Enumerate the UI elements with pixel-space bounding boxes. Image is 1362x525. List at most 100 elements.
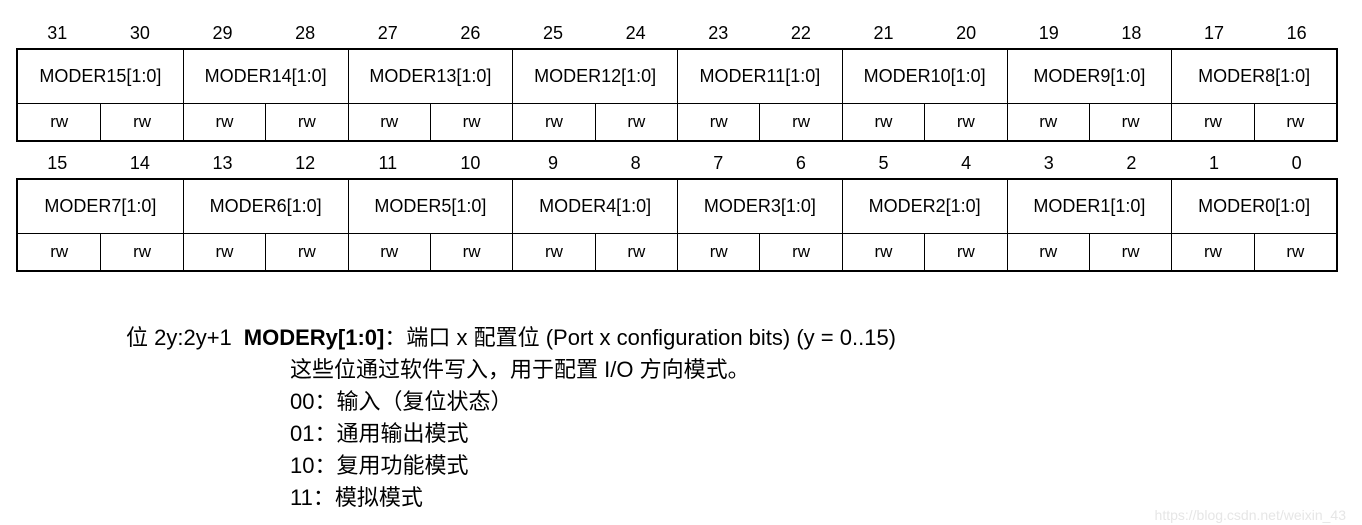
- access-cell: rw: [759, 104, 841, 140]
- register-field: MODER14[1:0]: [182, 50, 348, 103]
- bit-number: 12: [295, 152, 316, 173]
- field-row-high: MODER15[1:0] MODER14[1:0] MODER13[1:0] M…: [16, 48, 1338, 104]
- register-field: MODER10[1:0]: [841, 50, 1007, 103]
- access-cell: rw: [100, 104, 182, 140]
- mode-option: 00：输入（复位状态）: [290, 389, 513, 414]
- description-body: 这些位通过软件写入，用于配置 I/O 方向模式。 00：输入（复位状态） 01：…: [290, 354, 896, 514]
- description-line: 这些位通过软件写入，用于配置 I/O 方向模式。: [290, 357, 750, 382]
- register-field: MODER15[1:0]: [39, 66, 162, 86]
- bit-number: 8: [630, 152, 641, 173]
- bit-number: 14: [129, 152, 150, 173]
- bit-number: 20: [956, 22, 977, 43]
- access-cell: rw: [182, 104, 265, 140]
- bit-number: 13: [212, 152, 233, 173]
- field-name: MODERy[1:0]: [243, 325, 385, 350]
- bit-number: 31: [47, 22, 68, 43]
- access-cell: rw: [841, 104, 924, 140]
- access-cell: rw: [512, 104, 594, 140]
- register-field: MODER12[1:0]: [512, 50, 677, 103]
- field-row-low: MODER7[1:0] MODER6[1:0] MODER5[1:0] MODE…: [16, 178, 1338, 234]
- access-cell: rw: [1006, 104, 1089, 140]
- bit-number-row-high: 31 30 29 28 27 26 25 24 23 22 21 20 19 1…: [16, 18, 1338, 48]
- bit-number: 7: [713, 152, 724, 173]
- access-cell: rw: [1171, 104, 1253, 140]
- access-cell: rw: [50, 112, 69, 131]
- access-cell: rw: [429, 104, 512, 140]
- access-cell: rw: [759, 234, 841, 270]
- register-field: MODER4[1:0]: [512, 180, 677, 233]
- access-cell: rw: [265, 234, 347, 270]
- bit-number: 6: [795, 152, 806, 173]
- bit-number: 17: [1204, 22, 1225, 43]
- register-field: MODER2[1:0]: [841, 180, 1007, 233]
- bit-number: 2: [1126, 152, 1137, 173]
- register-field: MODER11[1:0]: [677, 50, 842, 103]
- register-field: MODER0[1:0]: [1171, 180, 1336, 233]
- bit-number: 25: [543, 22, 564, 43]
- access-cell: rw: [1253, 104, 1336, 140]
- bit-number: 27: [377, 22, 398, 43]
- access-row-high: rw rw rw rw rw rw rw rw rw rw rw rw rw r…: [16, 104, 1338, 142]
- access-cell: rw: [594, 104, 677, 140]
- field-description: 位 2y:2y+1 MODERy[1:0]：端口 x 配置位 (Port x co…: [126, 322, 896, 514]
- access-cell: rw: [347, 104, 430, 140]
- bit-number: 16: [1286, 22, 1307, 43]
- bit-number: 24: [625, 22, 646, 43]
- bit-number: 19: [1038, 22, 1059, 43]
- access-cell: rw: [924, 234, 1006, 270]
- access-cell: rw: [924, 104, 1006, 140]
- bit-number: 3: [1043, 152, 1054, 173]
- register-field: MODER5[1:0]: [347, 180, 513, 233]
- bit-number: 21: [873, 22, 894, 43]
- bit-number: 26: [460, 22, 481, 43]
- bit-number: 11: [378, 152, 398, 173]
- bit-number: 10: [460, 152, 481, 173]
- access-cell: rw: [677, 104, 759, 140]
- bit-number: 5: [878, 152, 889, 173]
- access-cell: rw: [429, 234, 512, 270]
- bit-number: 29: [212, 22, 233, 43]
- access-cell: rw: [100, 234, 182, 270]
- register-field: MODER13[1:0]: [347, 50, 513, 103]
- access-cell: rw: [594, 234, 677, 270]
- bit-number: 15: [47, 152, 68, 173]
- mode-option: 11：模拟模式: [290, 485, 423, 510]
- bit-number-row-low: 15 14 13 12 11 10 9 8 7 6 5 4 3 2 1 0: [16, 148, 1338, 178]
- description-heading: 位 2y:2y+1 MODERy[1:0]：端口 x 配置位 (Port x co…: [126, 322, 896, 354]
- access-cell: rw: [677, 234, 759, 270]
- access-cell: rw: [1088, 234, 1171, 270]
- register-field: MODER3[1:0]: [677, 180, 842, 233]
- access-cell: rw: [265, 104, 347, 140]
- register-field: MODER6[1:0]: [182, 180, 348, 233]
- access-cell: rw: [1006, 234, 1089, 270]
- bit-number: 0: [1291, 152, 1302, 173]
- mode-option: 10：复用功能模式: [290, 453, 469, 478]
- register-high-half: 31 30 29 28 27 26 25 24 23 22 21 20 19 1…: [16, 18, 1338, 142]
- bit-range-label: 位 2y:2y+1: [126, 325, 232, 350]
- watermark: https://blog.csdn.net/weixin_43: [1154, 507, 1346, 523]
- access-cell: rw: [1253, 234, 1336, 270]
- access-row-low: rw rw rw rw rw rw rw rw rw rw rw rw rw r…: [16, 234, 1338, 272]
- register-low-half: 15 14 13 12 11 10 9 8 7 6 5 4 3 2 1 0 MO…: [16, 148, 1338, 272]
- field-title: ：端口 x 配置位 (Port x configuration bits) (y…: [384, 325, 897, 350]
- access-cell: rw: [512, 234, 594, 270]
- bit-number: 9: [548, 152, 559, 173]
- access-cell: rw: [347, 234, 430, 270]
- register-field: MODER8[1:0]: [1171, 50, 1336, 103]
- access-cell: rw: [182, 234, 265, 270]
- bit-number: 30: [129, 22, 150, 43]
- register-field: MODER7[1:0]: [44, 196, 157, 216]
- bit-number: 22: [790, 22, 811, 43]
- register-field: MODER9[1:0]: [1006, 50, 1172, 103]
- register-field: MODER1[1:0]: [1006, 180, 1172, 233]
- access-cell: rw: [1171, 234, 1253, 270]
- access-cell: rw: [50, 242, 69, 261]
- bit-number: 18: [1121, 22, 1142, 43]
- access-cell: rw: [841, 234, 924, 270]
- bit-number: 1: [1209, 152, 1220, 173]
- access-cell: rw: [1088, 104, 1171, 140]
- bit-number: 28: [295, 22, 316, 43]
- mode-option: 01：通用输出模式: [290, 421, 469, 446]
- bit-number: 23: [708, 22, 729, 43]
- bit-number: 4: [961, 152, 972, 173]
